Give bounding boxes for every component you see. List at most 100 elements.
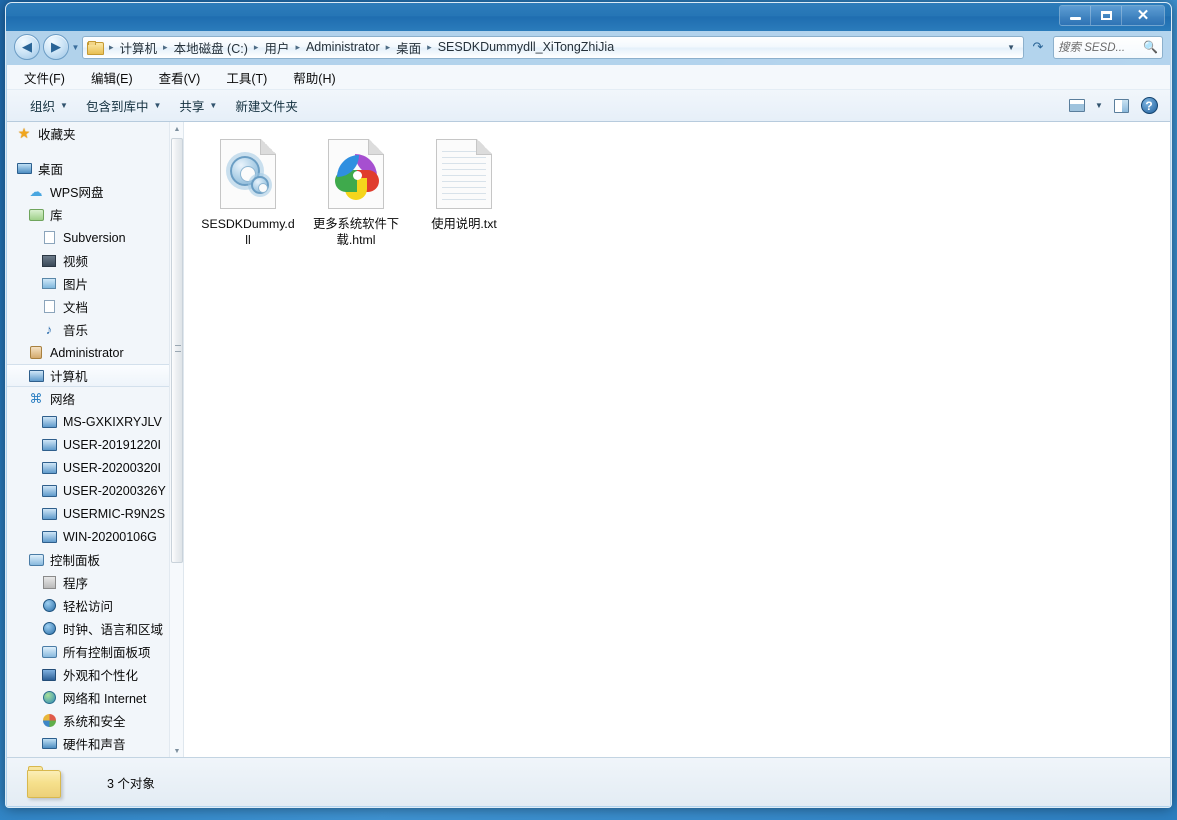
sidebar-item-26[interactable]: 硬件和声音 (7, 732, 170, 755)
share-button[interactable]: 共享 ▼ (170, 92, 226, 119)
monitor-icon (40, 738, 58, 749)
close-button[interactable]: ✕ (1122, 6, 1164, 25)
maximize-button[interactable] (1091, 6, 1122, 25)
sidebar-item-3[interactable]: 库 (7, 203, 170, 226)
scrollbar-thumb[interactable] (171, 138, 183, 563)
sidebar-scrollbar[interactable]: ▲ ▼ (169, 122, 183, 759)
breadcrumb-item-0[interactable]: 计算机 (117, 37, 161, 58)
sidebar-item-21[interactable]: 时钟、语言和区域 (7, 617, 170, 640)
sidebar-item-2[interactable]: ☁ WPS网盘 (7, 180, 170, 203)
change-view-button[interactable] (1064, 94, 1090, 118)
new-folder-button[interactable]: 新建文件夹 (226, 92, 307, 119)
control-panel-icon (40, 645, 58, 658)
menu-item-help[interactable]: 帮助(H) (290, 66, 338, 89)
sidebar-item-6[interactable]: 图片 (7, 272, 170, 295)
file-list[interactable]: SESDKDummy.dll 更多系统软件下载.html 使用说明.txt (184, 122, 1170, 759)
sidebar-item-label: 库 (50, 209, 63, 223)
sidebar-item-4[interactable]: Subversion (7, 226, 170, 249)
change-view-dropdown[interactable]: ▼ (1092, 94, 1106, 118)
sidebar-item-5[interactable]: 视频 (7, 249, 170, 272)
sidebar-item-24[interactable]: 网络和 Internet (7, 686, 170, 709)
sidebar-item-label: 程序 (63, 577, 89, 591)
refresh-button[interactable]: ↷ (1028, 37, 1048, 58)
sidebar-item-10[interactable]: 计算机 (7, 364, 170, 387)
maximize-icon (1100, 11, 1112, 20)
text-lines-icon (442, 146, 486, 203)
picture-icon (42, 278, 56, 289)
picture-icon (40, 278, 58, 289)
computer-icon (40, 461, 58, 474)
breadcrumb-item-4[interactable]: 桌面 (393, 37, 424, 58)
star-icon: ★ (17, 125, 31, 141)
preview-pane-button[interactable] (1108, 94, 1134, 118)
scroll-up-arrow-icon[interactable]: ▲ (170, 122, 183, 137)
sidebar-item-7[interactable]: 文档 (7, 295, 170, 318)
menu-item-file[interactable]: 文件(F) (21, 66, 68, 89)
sidebar-item-0[interactable]: ★ 收藏夹 (7, 122, 170, 145)
sidebar-item-18[interactable]: 控制面板 (7, 548, 170, 571)
chevron-down-icon[interactable]: ▼ (1001, 43, 1021, 52)
text-file-icon (435, 138, 493, 210)
star-icon: ★ (15, 125, 33, 142)
sidebar-item-14[interactable]: USER-20200320I (7, 456, 170, 479)
computer-icon (40, 507, 58, 520)
sidebar-item-20[interactable]: 轻松访问 (7, 594, 170, 617)
programs-icon (42, 576, 56, 589)
sidebar-item-13[interactable]: USER-20191220I (7, 433, 170, 456)
menu-item-tools[interactable]: 工具(T) (223, 66, 270, 89)
sidebar-item-label: 视频 (63, 255, 89, 269)
status-bar: 3 个对象 (7, 757, 1170, 806)
control-panel-icon (41, 645, 57, 658)
file-item-txt[interactable]: 使用说明.txt (414, 136, 514, 248)
sidebar-item-label: 音乐 (63, 324, 89, 338)
sidebar-item-label: WPS网盘 (50, 186, 104, 200)
sidebar-item-9[interactable]: Administrator (7, 341, 170, 364)
back-button[interactable]: ◀ (14, 34, 40, 60)
pinwheel-icon (335, 154, 379, 200)
sidebar-item-8[interactable]: ♪ 音乐 (7, 318, 170, 341)
sidebar-item-15[interactable]: USER-20200326Y (7, 479, 170, 502)
share-label: 共享 (179, 100, 205, 114)
help-icon: ? (1140, 97, 1158, 114)
monitor-icon (41, 738, 57, 749)
sidebar-item-25[interactable]: 系统和安全 (7, 709, 170, 732)
file-item-dll[interactable]: SESDKDummy.dll (198, 136, 298, 248)
include-in-library-button[interactable]: 包含到库中 ▼ (77, 92, 170, 119)
menu-item-view[interactable]: 查看(V) (156, 66, 204, 89)
search-input[interactable]: 搜索 SESD... 🔍 (1053, 35, 1163, 59)
cloud-icon: ☁ (27, 184, 45, 200)
file-label: 更多系统软件下载.html (312, 217, 400, 247)
computer-icon (40, 484, 58, 497)
sidebar-item-22[interactable]: 所有控制面板项 (7, 640, 170, 663)
html-file-icon (327, 138, 385, 210)
breadcrumb-item-2[interactable]: 用户 (261, 37, 292, 58)
menu-item-edit[interactable]: 编辑(E) (88, 66, 136, 89)
minimize-button[interactable] (1060, 6, 1091, 25)
sidebar-item-1[interactable]: 桌面 (7, 157, 170, 180)
breadcrumb-item-3[interactable]: Administrator (303, 39, 383, 55)
sidebar-item-23[interactable]: 外观和个性化 (7, 663, 170, 686)
sidebar-item-16[interactable]: USERMIC-R9N2S (7, 502, 170, 525)
monitor-icon (15, 163, 33, 174)
forward-button[interactable]: ▶ (43, 34, 69, 60)
library-icon (28, 208, 44, 221)
file-item-html[interactable]: 更多系统软件下载.html (306, 136, 406, 248)
sidebar-item-19[interactable]: 程序 (7, 571, 170, 594)
breadcrumb-item-1[interactable]: 本地磁盘 (C:) (171, 37, 251, 58)
appearance-icon (40, 668, 58, 681)
recent-pages-dropdown[interactable]: ▼ (69, 43, 82, 52)
sidebar-item-12[interactable]: MS-GXKIXRYJLV (7, 410, 170, 433)
breadcrumb-item-5[interactable]: SESDKDummydll_XiTongZhiJia (435, 39, 617, 55)
explorer-window: ✕ ◀ ▶ ▼ ▸ 计算机 ▸ 本地磁盘 (C:) ▸ 用户 ▸ Adminis… (5, 2, 1172, 808)
breadcrumb[interactable]: ▸ 计算机 ▸ 本地磁盘 (C:) ▸ 用户 ▸ Administrator ▸… (82, 35, 1024, 59)
preview-pane-icon (1113, 98, 1129, 113)
globe-icon (42, 691, 56, 704)
sidebar-item-17[interactable]: WIN-20200106G (7, 525, 170, 548)
network-icon: ⌘ (29, 390, 43, 406)
organize-button[interactable]: 组织 ▼ (21, 92, 77, 119)
computer-icon (27, 369, 45, 382)
sidebar-item-11[interactable]: ⌘ 网络 (7, 387, 170, 410)
music-icon: ♪ (40, 322, 58, 337)
help-button[interactable]: ? (1136, 94, 1162, 118)
control-panel-icon (27, 553, 45, 566)
